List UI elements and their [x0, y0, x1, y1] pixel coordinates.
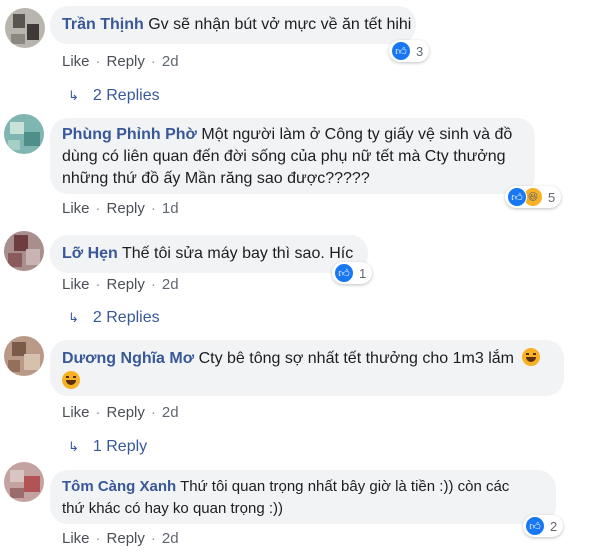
like-link[interactable]: Like — [62, 200, 90, 217]
comment-text: Cty bê tông sợ nhất tết thưởng cho 1m3 l… — [198, 350, 514, 367]
comment-actions: Like · Reply · 2d — [62, 53, 179, 70]
comment-bubble: Phùng Phỉnh Phờ Một người làm ở Công ty … — [50, 118, 535, 194]
avatar[interactable] — [4, 336, 44, 376]
laughing-emoji-icon — [522, 348, 541, 366]
avatar[interactable] — [4, 114, 44, 154]
comment-bubble: Tôm Càng Xanh Thứ tôi quan trọng nhất bâ… — [50, 470, 556, 524]
reply-link[interactable]: Reply — [107, 200, 145, 217]
reply-link[interactable]: Reply — [107, 276, 145, 293]
comment-text: những thứ đồ ấy Mần răng sao được????? — [62, 170, 370, 187]
reply-arrow-icon: ↳ — [68, 439, 79, 454]
like-link[interactable]: Like — [62, 276, 90, 293]
commenter-name[interactable]: Lỡ Hẹn — [62, 245, 118, 262]
avatar[interactable] — [5, 8, 45, 48]
comment-text: dùng có liên quan đến đời sống của phụ n… — [62, 148, 506, 165]
reaction-count[interactable]: 👍︎ 3 — [389, 40, 430, 62]
timestamp[interactable]: 2d — [162, 53, 179, 70]
reply-link[interactable]: Reply — [107, 404, 145, 421]
like-icon: 👍︎ — [391, 41, 411, 61]
view-replies-link[interactable]: ↳ 2 Replies — [68, 309, 160, 327]
laughing-emoji-icon — [62, 371, 80, 389]
commenter-name[interactable]: Tôm Càng Xanh — [62, 478, 176, 495]
comment-text: Một người làm ở Công ty giấy vệ sinh và … — [201, 126, 513, 143]
comment-text: Thứ tôi quan trọng nhất bây giờ là tiền … — [180, 478, 510, 495]
timestamp[interactable]: 1d — [162, 200, 179, 217]
comment-actions: Like · Reply · 1d — [62, 200, 179, 217]
reply-arrow-icon: ↳ — [68, 310, 79, 325]
comment-text: thứ khác có hay ko quan trọng :)) — [62, 500, 283, 517]
commenter-name[interactable]: Trần Thịnh — [62, 16, 144, 33]
comment-bubble: Trần Thịnh Gv sẽ nhận bút vở mực về ăn t… — [50, 6, 416, 44]
comment-bubble: Lỡ Hẹn Thế tôi sửa máy bay thì sao. Híc — [50, 235, 368, 273]
timestamp[interactable]: 2d — [162, 530, 179, 547]
comment-actions: Like · Reply · 2d — [62, 404, 179, 421]
avatar[interactable] — [4, 231, 44, 271]
like-icon: 👍︎ — [507, 187, 527, 207]
commenter-name[interactable]: Phùng Phỉnh Phờ — [62, 126, 197, 143]
reaction-count[interactable]: 👍︎ 1 — [332, 262, 373, 284]
reply-link[interactable]: Reply — [107, 530, 145, 547]
comment-actions: Like · Reply · 2d — [62, 530, 179, 547]
view-replies-link[interactable]: ↳ 1 Reply — [68, 438, 147, 456]
reply-link[interactable]: Reply — [107, 53, 145, 70]
like-icon: 👍︎ — [334, 263, 354, 283]
comment-text: Thế tôi sửa máy bay thì sao. Híc — [121, 245, 354, 262]
comment-text: Gv sẽ nhận bút vở mực về ăn tết hihi — [148, 16, 412, 33]
view-replies-link[interactable]: ↳ 2 Replies — [68, 87, 160, 105]
comment-bubble: Dương Nghĩa Mơ Cty bê tông sợ nhất tết t… — [50, 340, 564, 396]
avatar[interactable] — [4, 462, 44, 502]
comment-actions: Like · Reply · 2d — [62, 276, 179, 293]
commenter-name[interactable]: Dương Nghĩa Mơ — [62, 350, 194, 367]
timestamp[interactable]: 2d — [162, 276, 179, 293]
reaction-count[interactable]: 👍︎ 2 — [523, 515, 564, 537]
like-icon: 👍︎ — [525, 516, 545, 536]
like-link[interactable]: Like — [62, 530, 90, 547]
reaction-count[interactable]: 👍︎ 😆︎ 5 — [505, 186, 562, 208]
timestamp[interactable]: 2d — [162, 404, 179, 421]
reply-arrow-icon: ↳ — [68, 88, 79, 103]
like-link[interactable]: Like — [62, 53, 90, 70]
like-link[interactable]: Like — [62, 404, 90, 421]
